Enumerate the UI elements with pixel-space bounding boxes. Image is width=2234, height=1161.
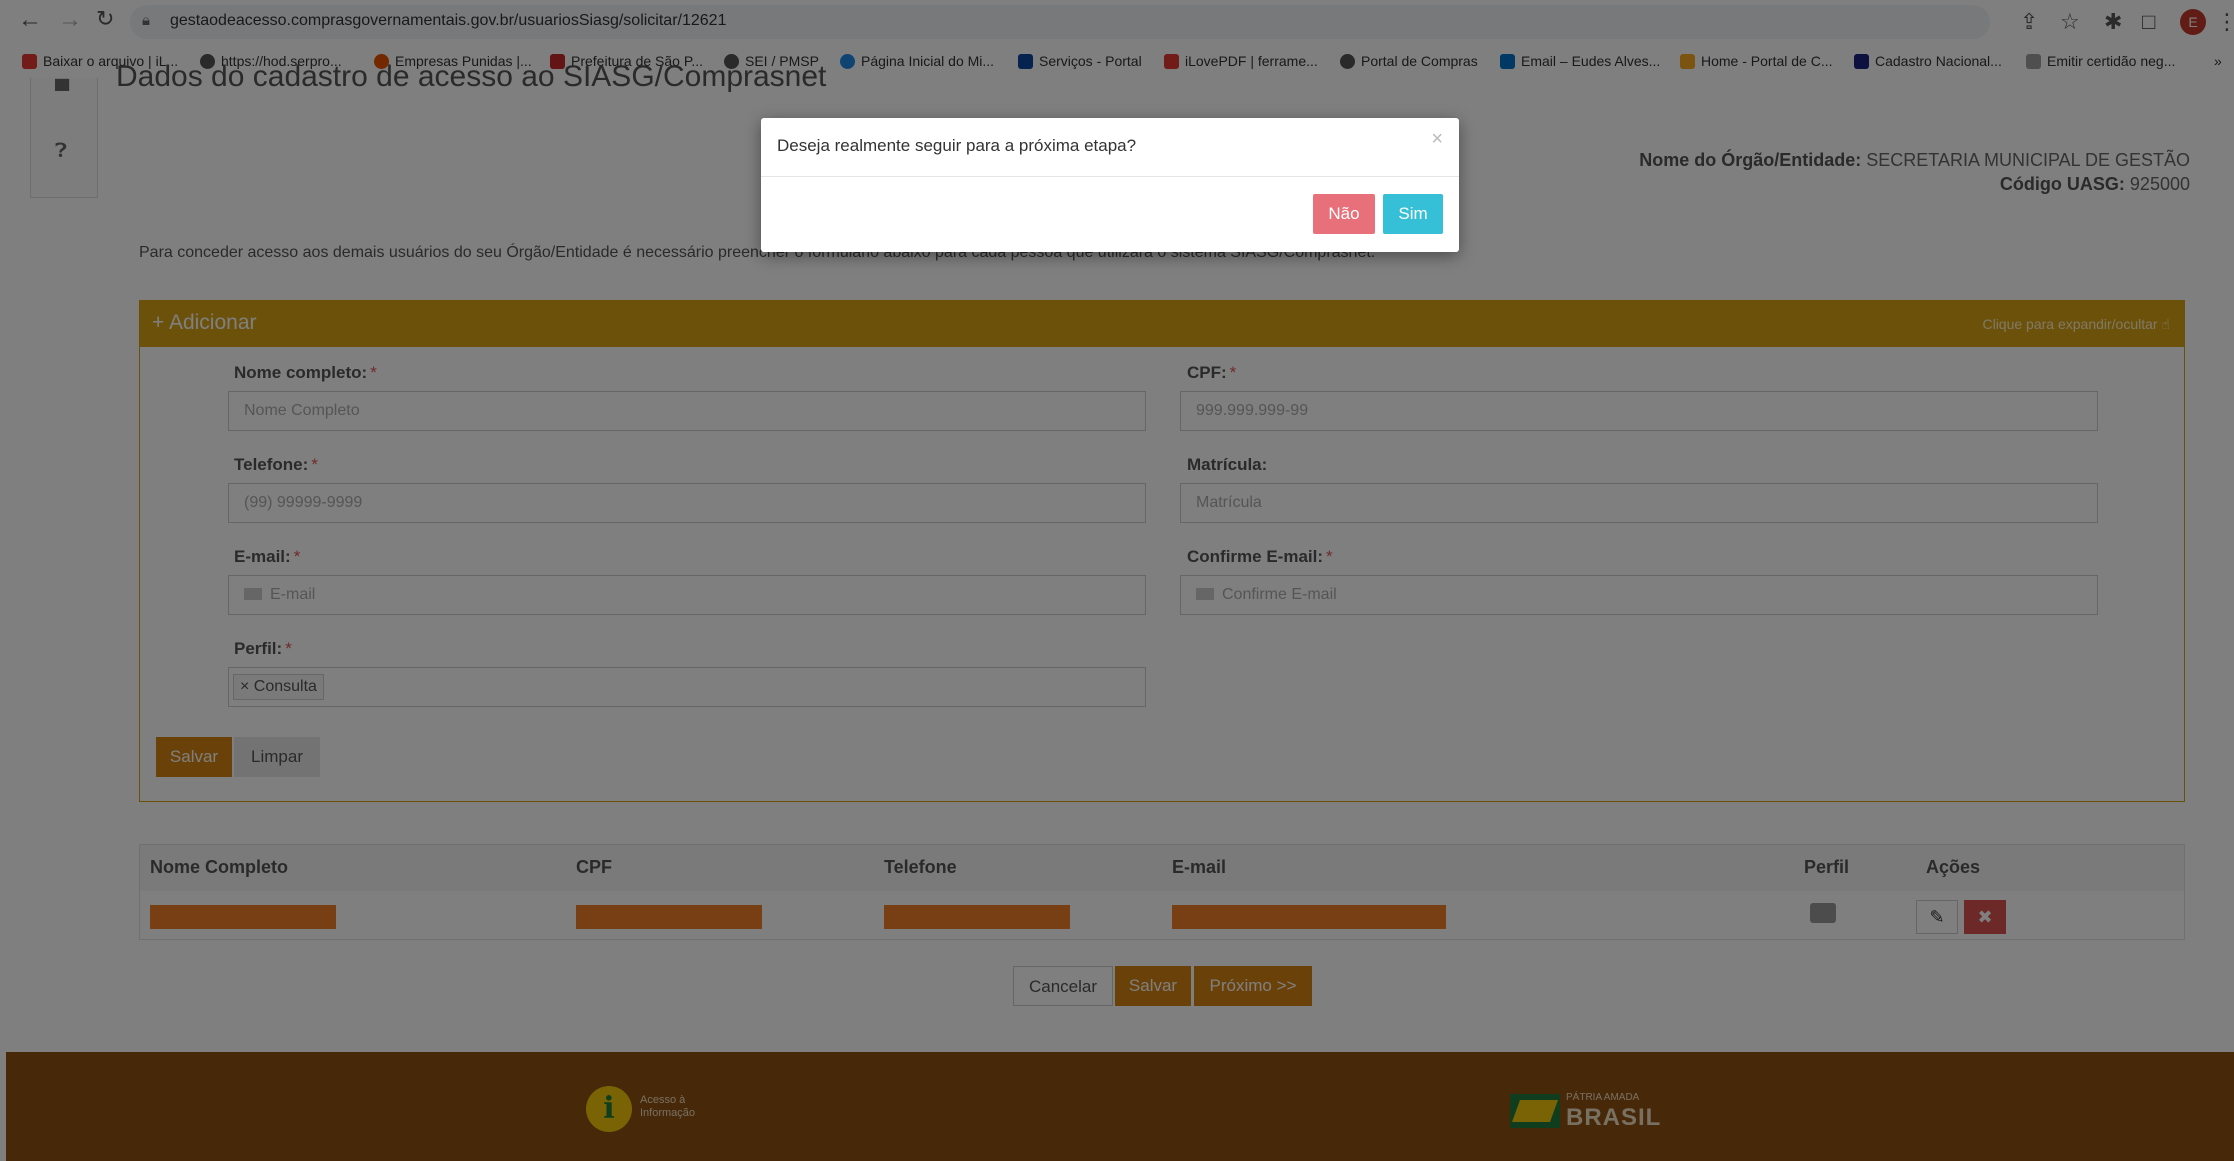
dialog-message: Deseja realmente seguir para a próxima e…: [777, 136, 1137, 155]
close-icon[interactable]: ×: [1431, 128, 1443, 151]
modal-backdrop[interactable]: Deseja realmente seguir para a próxima e…: [0, 0, 2234, 1161]
yes-button[interactable]: Sim: [1383, 194, 1443, 234]
confirm-dialog: Deseja realmente seguir para a próxima e…: [761, 118, 1459, 252]
no-button[interactable]: Não: [1313, 194, 1375, 234]
dialog-divider: [761, 176, 1459, 177]
